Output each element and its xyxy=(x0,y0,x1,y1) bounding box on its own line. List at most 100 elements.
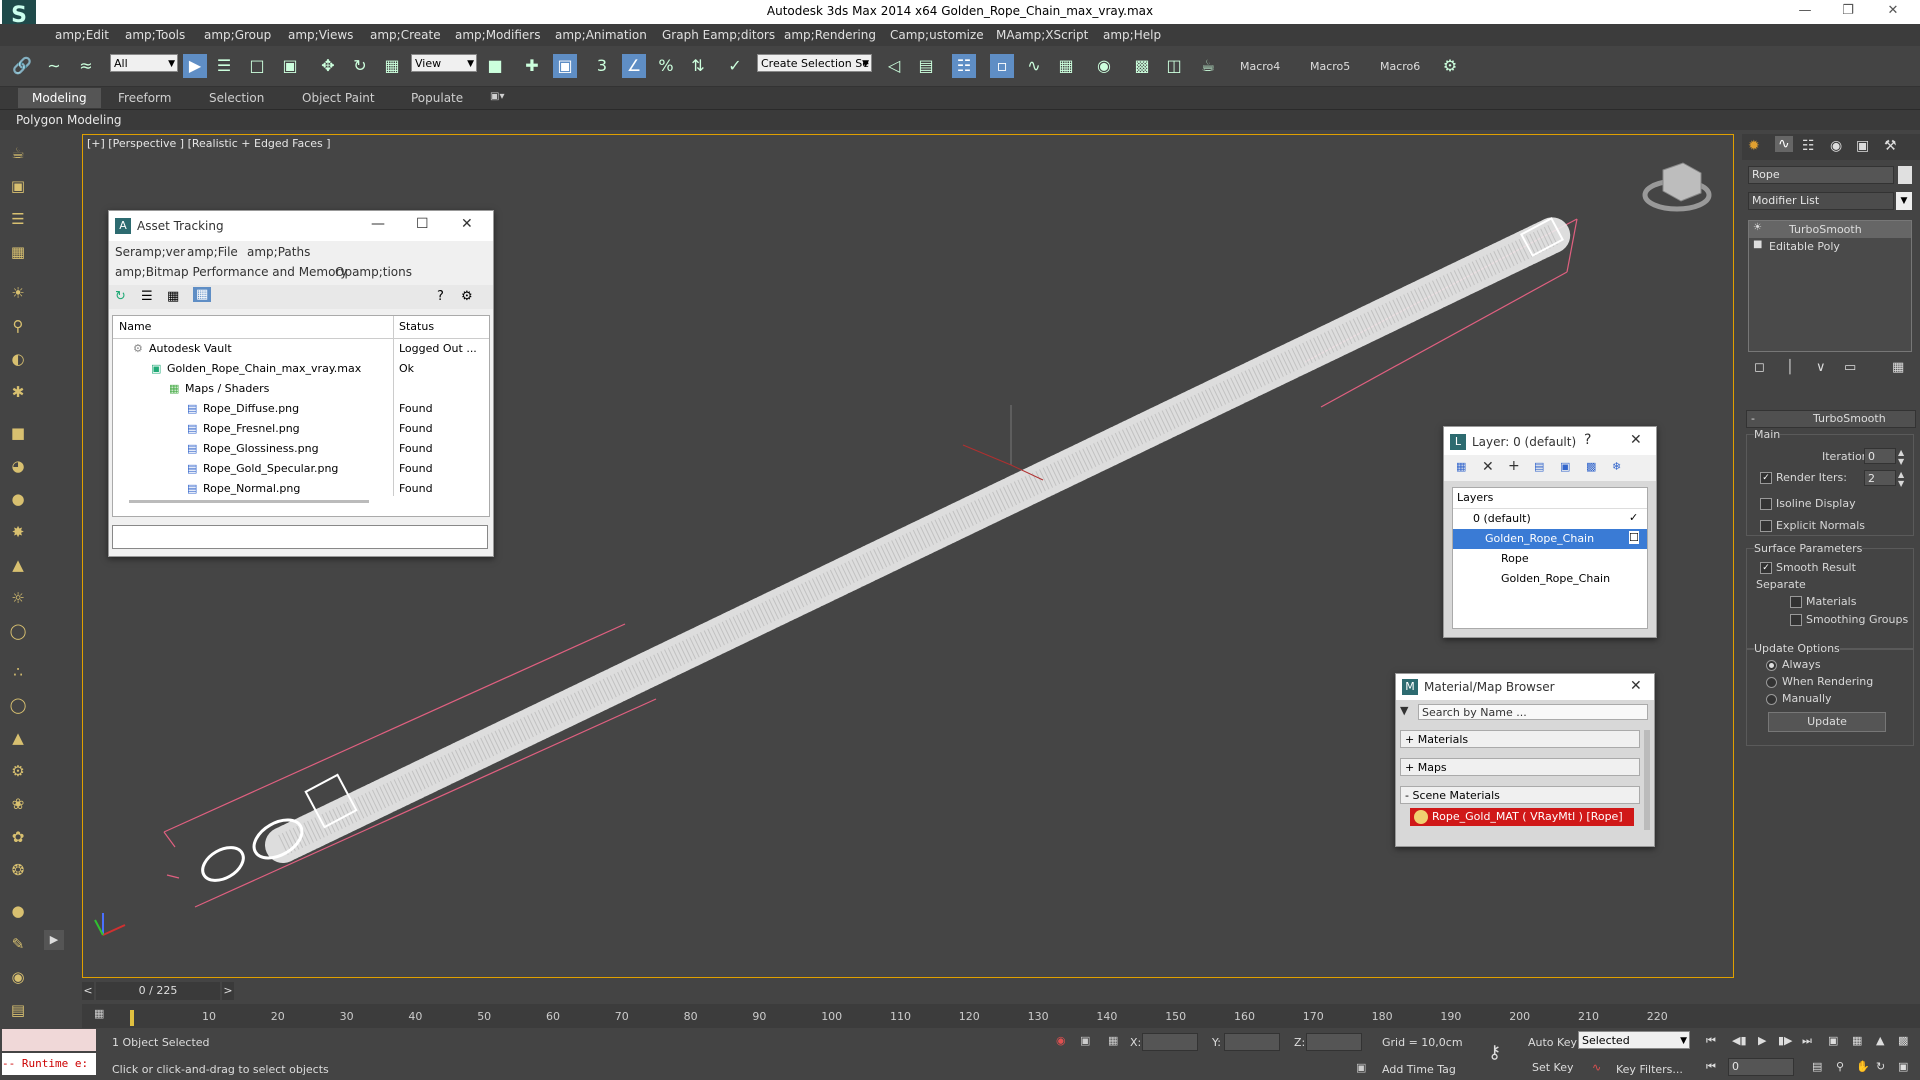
macro4-button[interactable]: Macro4 xyxy=(1240,60,1280,73)
y-coordinate-field[interactable] xyxy=(1224,1033,1280,1051)
show-end-result-icon[interactable]: │ xyxy=(1786,360,1794,375)
modify-tab-icon[interactable]: ∿ xyxy=(1775,136,1793,152)
tab-selection[interactable]: Selection xyxy=(209,91,264,105)
search-options-icon[interactable]: ▼ xyxy=(1400,704,1408,717)
schematic-view-icon[interactable]: ▦ xyxy=(1054,54,1078,78)
scale-icon[interactable]: ▦ xyxy=(380,54,404,78)
material-editor-icon[interactable]: ◉ xyxy=(1092,54,1116,78)
go-to-end-icon[interactable]: ⏭ xyxy=(1802,1034,1812,1048)
stack-item-editable-poly[interactable]: ■ Editable Poly xyxy=(1749,238,1911,255)
display-tab-icon[interactable]: ▣ xyxy=(1856,138,1869,154)
particle-icon[interactable]: ∴ xyxy=(7,661,29,683)
close-icon[interactable]: ✕ xyxy=(1630,432,1642,448)
chevron-down-icon[interactable]: ▼ xyxy=(1896,192,1912,210)
z-coordinate-field[interactable] xyxy=(1306,1033,1362,1051)
select-manipulate-icon[interactable]: ✚ xyxy=(520,54,544,78)
sun-icon[interactable]: ☼ xyxy=(7,587,29,609)
menu-graph-editors[interactable]: Graph Eamp;ditors xyxy=(662,28,775,42)
add-time-tag[interactable]: Add Time Tag xyxy=(1382,1063,1456,1076)
sphere-icon[interactable]: ● xyxy=(7,488,29,510)
chevron-right-icon[interactable]: > xyxy=(222,982,234,1000)
layer-explorer-icon[interactable]: ☷ xyxy=(952,54,976,78)
column-name[interactable]: Name xyxy=(119,320,151,333)
hf-icon[interactable]: ✿ xyxy=(7,826,29,848)
material-search-input[interactable]: Search by Name ... xyxy=(1418,704,1648,720)
stack-icon[interactable]: ▤ xyxy=(7,999,29,1021)
minimize-icon[interactable]: — xyxy=(371,216,385,232)
globe-icon[interactable]: ● xyxy=(7,900,29,922)
dynamics-icon[interactable]: ◯ xyxy=(7,694,29,716)
table-view-icon[interactable]: ▦ xyxy=(167,289,179,304)
shell-icon[interactable]: ❂ xyxy=(7,859,29,881)
material-browser-header[interactable]: M Material/Map Browser ✕ xyxy=(1396,674,1654,700)
ribbon-options-icon[interactable]: ▣▾ xyxy=(490,91,504,102)
object-name-field[interactable]: Rope xyxy=(1748,166,1894,184)
menu-options[interactable]: Opamp;tions xyxy=(335,265,412,279)
make-unique-icon[interactable]: ∨ xyxy=(1816,360,1826,375)
select-by-name-icon[interactable]: ☰ xyxy=(212,54,236,78)
utilities-tab-icon[interactable]: ⚒ xyxy=(1884,138,1897,154)
selection-filter-combo[interactable]: All ▼ xyxy=(110,54,178,72)
table-row[interactable]: ▦ Maps / Shaders xyxy=(113,379,489,399)
box-icon[interactable]: ■ xyxy=(7,422,29,444)
macro6-button[interactable]: Macro6 xyxy=(1380,60,1420,73)
chevron-left-icon[interactable]: < xyxy=(82,982,94,1000)
table-row[interactable]: ▤ Rope_Diffuse.png Found xyxy=(113,399,489,419)
align-icon[interactable]: ▤ xyxy=(914,54,938,78)
minimize-icon[interactable]: — xyxy=(1790,3,1820,21)
absolute-mode-icon[interactable]: ▦ xyxy=(1108,1034,1118,1047)
close-icon[interactable]: ✕ xyxy=(1878,3,1908,21)
macro5-button[interactable]: Macro5 xyxy=(1310,60,1350,73)
cloth-icon[interactable]: ▲ xyxy=(7,727,29,749)
motion-tab-icon[interactable]: ◉ xyxy=(1830,138,1842,154)
asset-tracking-header[interactable]: A Asset Tracking — ☐ ✕ xyxy=(109,211,493,241)
iterations-spinner[interactable]: 0 xyxy=(1864,448,1896,464)
curve-editor-icon[interactable]: ∿ xyxy=(1022,54,1046,78)
table-row[interactable]: ▣ Golden_Rope_Chain_max_vray.max Ok xyxy=(113,359,489,379)
scene-explorer-icon[interactable]: ☰ xyxy=(7,208,29,230)
previous-frame-icon[interactable]: ◀▮ xyxy=(1732,1034,1747,1047)
highlight-layer-icon[interactable]: ▣ xyxy=(1560,460,1570,473)
always-radio[interactable] xyxy=(1766,660,1777,671)
table-row[interactable]: ⚙ Autodesk Vault Logged Out ... xyxy=(113,339,489,359)
render-iters-spinner[interactable]: 2 xyxy=(1864,470,1896,486)
settings-icon[interactable]: ⚙ xyxy=(461,289,473,304)
set-key-button[interactable]: Set Key xyxy=(1532,1061,1574,1074)
materials-checkbox[interactable] xyxy=(1790,596,1802,608)
maximize-viewport-icon[interactable]: ▩ xyxy=(1898,1034,1908,1047)
smooth-result-checkbox[interactable]: ✓ xyxy=(1760,562,1772,574)
isoline-display-checkbox[interactable] xyxy=(1760,498,1772,510)
menu-animation[interactable]: amp;Animation xyxy=(555,28,647,42)
modifier-list-combo[interactable]: Modifier List xyxy=(1748,192,1894,210)
maxscript-listener[interactable]: -- Runtime e: xyxy=(2,1053,96,1075)
freeze-all-icon[interactable]: ❄ xyxy=(1612,460,1621,473)
hide-all-icon[interactable]: ▩ xyxy=(1586,460,1596,473)
polygon-modeling-label[interactable]: Polygon Modeling xyxy=(16,113,122,127)
update-button[interactable]: Update xyxy=(1768,712,1886,732)
mirror-icon[interactable]: ◁ xyxy=(882,54,906,78)
script-icon[interactable]: ✎ xyxy=(7,933,29,955)
menu-views[interactable]: amp;Views xyxy=(288,28,353,42)
render-production-icon[interactable]: ☕ xyxy=(1196,54,1220,78)
grid-view-icon[interactable]: ▦ xyxy=(193,287,212,302)
add-to-layer-icon[interactable]: + xyxy=(1508,458,1520,474)
explicit-normals-checkbox[interactable] xyxy=(1760,520,1772,532)
spinner-arrows-icon[interactable]: ▲ ▼ xyxy=(1898,470,1904,488)
snaps-toggle-icon[interactable]: 3 xyxy=(590,54,614,78)
menu-create[interactable]: amp;Create xyxy=(370,28,441,42)
play-icon[interactable]: ▶ xyxy=(44,930,64,950)
hair-icon[interactable]: ⚙ xyxy=(7,760,29,782)
expand-icon[interactable]: ■ xyxy=(1753,239,1762,250)
restore-icon[interactable]: ❐ xyxy=(1833,3,1863,21)
min-max-toggle-icon[interactable]: ▣ xyxy=(1898,1060,1908,1073)
helper-icon[interactable]: ◐ xyxy=(7,348,29,370)
move-icon[interactable]: ✥ xyxy=(316,54,340,78)
asset-path-field[interactable] xyxy=(112,525,488,549)
camera-icon[interactable]: ⚲ xyxy=(7,315,29,337)
reference-coordinate-combo[interactable]: View ▼ xyxy=(411,54,477,72)
layer-dialog-header[interactable]: L Layer: 0 (default) ? ✕ xyxy=(1444,427,1656,455)
play-button-icon[interactable]: ▶ xyxy=(1758,1034,1766,1047)
rectangular-selection-icon[interactable]: □ xyxy=(245,54,269,78)
delete-layer-icon[interactable]: ✕ xyxy=(1482,459,1494,475)
object-color-swatch[interactable] xyxy=(1898,166,1912,184)
